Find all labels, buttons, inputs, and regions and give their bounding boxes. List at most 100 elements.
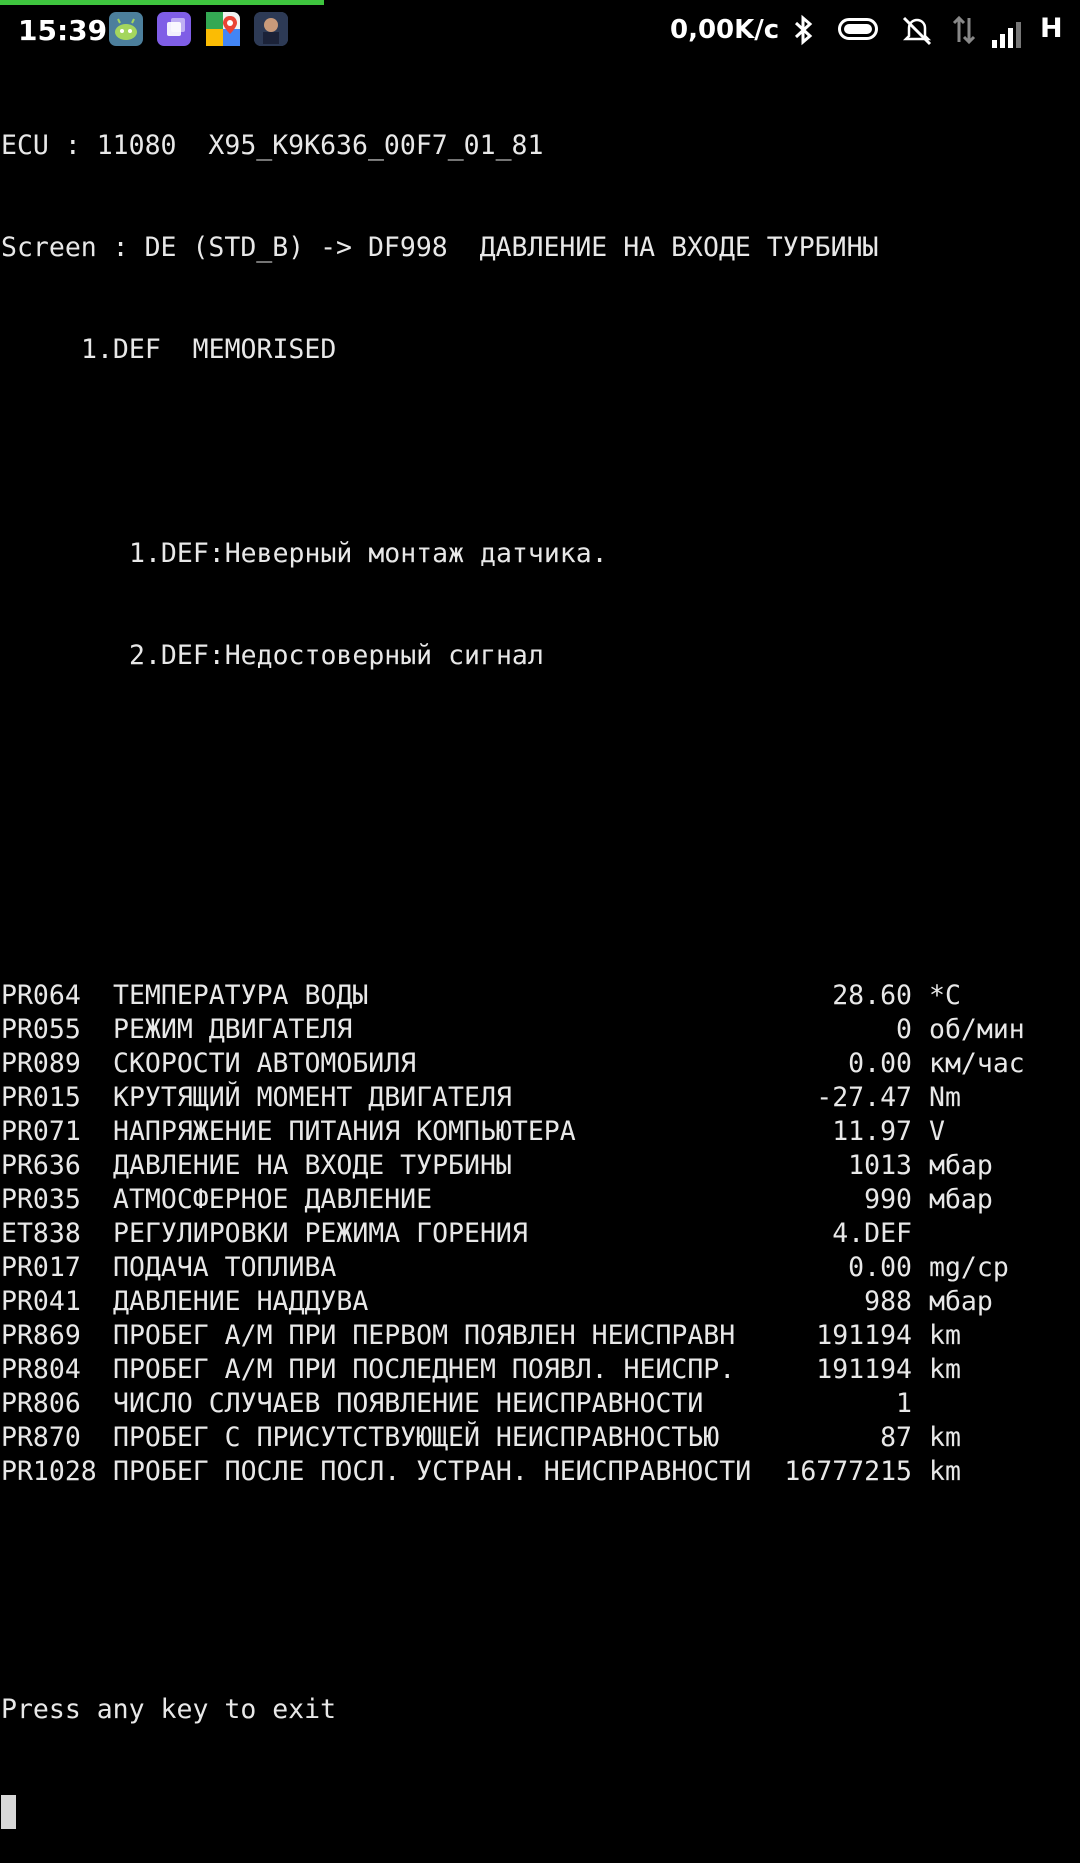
param-unit: об/мин — [929, 1014, 1025, 1045]
signal-strength-icon — [990, 18, 1030, 48]
param-name: ТЕМПЕРАТУРА ВОДЫ — [113, 980, 369, 1011]
parameter-row: PR636 ДАВЛЕНИЕ НА ВХОДЕ ТУРБИНЫ 1013 мбар — [1, 1149, 993, 1183]
status-time: 15:39 — [18, 14, 108, 47]
param-value: 1013 — [848, 1150, 912, 1181]
status-bar: 15:39 0,00K/c H — [0, 6, 1080, 56]
param-name: АТМОСФЕРНОЕ ДАВЛЕНИЕ — [113, 1184, 433, 1215]
parameter-row: PR1028 ПРОБЕГ ПОСЛЕ ПОСЛ. УСТРАН. НЕИСПРА… — [1, 1455, 961, 1489]
param-unit: мбар — [929, 1184, 993, 1215]
parameter-row: PR055 РЕЖИМ ДВИГАТЕЛЯ 0 об/мин — [1, 1013, 1025, 1047]
parameter-list: PR064 ТЕМПЕРАТУРА ВОДЫ 28.60 *C PR055 РЕЖИМ Д… — [1, 979, 1025, 1489]
param-name: ЧИСЛО СЛУЧАЕВ ПОЯВЛЕНИЕ НЕИСПРАВНОСТИ — [113, 1388, 704, 1419]
param-unit: мбар — [929, 1286, 993, 1317]
param-name: КРУТЯЩИЙ МОМЕНТ ДВИГАТЕЛЯ — [113, 1082, 512, 1113]
param-name: ПРОБЕГ А/М ПРИ ПЕРВОМ ПОЯВЛЕН НЕИСПРАВН — [113, 1320, 736, 1351]
param-code: PR041 — [1, 1286, 81, 1317]
data-transfer-icon — [950, 14, 978, 52]
parameter-row: PR806 ЧИСЛО СЛУЧАЕВ ПОЯВЛЕНИЕ НЕИСПРАВНОС… — [1, 1387, 912, 1421]
parameter-row: PR015 КРУТЯЩИЙ МОМЕНТ ДВИГАТЕЛЯ -27.47 Nm — [1, 1081, 961, 1115]
battery-icon — [838, 18, 878, 40]
param-name: ДАВЛЕНИЕ НАДДУВА — [113, 1286, 369, 1317]
game-app-icon — [254, 12, 288, 46]
terminal-cursor[interactable] — [1, 1795, 16, 1829]
param-value: 4.DEF — [832, 1218, 912, 1249]
notifications-muted-icon — [900, 14, 934, 52]
param-code: PR071 — [1, 1116, 81, 1147]
param-value: 988 — [864, 1286, 912, 1317]
param-unit: km — [929, 1354, 961, 1385]
param-value: 0 — [896, 1014, 912, 1045]
param-name: ПРОБЕГ А/М ПРИ ПОСЛЕДНЕМ ПОЯВЛ. НЕИСПР. — [113, 1354, 736, 1385]
param-name: ПРОБЕГ ПОСЛЕ ПОСЛ. УСТРАН. НЕИСПРАВНОСТИ — [113, 1456, 752, 1487]
param-name: РЕГУЛИРОВКИ РЕЖИМА ГОРЕНИЯ — [113, 1218, 528, 1249]
param-name: ПРОБЕГ С ПРИСУТСТВУЮЩЕЙ НЕИСПРАВНОСТЬЮ — [113, 1422, 720, 1453]
param-unit: km — [929, 1422, 961, 1453]
param-value: 990 — [864, 1184, 912, 1215]
fault-status-line: 1.DEF MEMORISED — [81, 334, 337, 365]
param-code: PR804 — [1, 1354, 81, 1385]
param-code: PR869 — [1, 1320, 81, 1351]
param-unit: мбар — [929, 1150, 993, 1181]
parameter-row: ET838 РЕГУЛИРОВКИ РЕЖИМА ГОРЕНИЯ 4.DEF — [1, 1217, 912, 1251]
fault-description: 1.DEF:Неверный монтаж датчика. — [129, 538, 608, 569]
param-unit: mg/cp — [929, 1252, 1009, 1283]
param-value: 87 — [880, 1422, 912, 1453]
parameter-row: PR017 ПОДАЧА ТОПЛИВА 0.00 mg/cp — [1, 1251, 1009, 1285]
param-name: РЕЖИМ ДВИГАТЕЛЯ — [113, 1014, 353, 1045]
exit-prompt: Press any key to exit — [1, 1694, 337, 1725]
parameter-row: PR035 АТМОСФЕРНОЕ ДАВЛЕНИЕ 990 мбар — [1, 1183, 993, 1217]
terminal-output: ECU : 11080 X95_K9K636_00F7_01_81 Screen… — [1, 61, 1025, 1863]
param-name: ПОДАЧА ТОПЛИВА — [113, 1252, 337, 1283]
param-value: 191194 — [816, 1320, 912, 1351]
bluetooth-icon — [790, 14, 818, 52]
param-value: 0.00 — [848, 1048, 912, 1079]
param-unit: км/час — [929, 1048, 1025, 1079]
param-name: ДАВЛЕНИЕ НА ВХОДЕ ТУРБИНЫ — [113, 1150, 512, 1181]
param-value: -27.47 — [816, 1082, 912, 1113]
param-code: PR035 — [1, 1184, 81, 1215]
param-value: 16777215 — [784, 1456, 912, 1487]
param-code: PR055 — [1, 1014, 81, 1045]
parameter-row: PR041 ДАВЛЕНИЕ НАДДУВА 988 мбар — [1, 1285, 993, 1319]
param-code: PR1028 — [1, 1456, 97, 1487]
param-code: PR806 — [1, 1388, 81, 1419]
parameter-row: PR089 СКОРОСТИ АВТОМОБИЛЯ 0.00 км/час — [1, 1047, 1025, 1081]
param-name: НАПРЯЖЕНИЕ ПИТАНИЯ КОМПЬЮТЕРА — [113, 1116, 576, 1147]
top-progress-fill — [0, 0, 324, 5]
param-code: PR064 — [1, 980, 81, 1011]
param-value: 11.97 — [832, 1116, 912, 1147]
param-name: СКОРОСТИ АВТОМОБИЛЯ — [113, 1048, 417, 1079]
purple-app-icon — [157, 12, 191, 46]
param-code: PR089 — [1, 1048, 81, 1079]
param-value: 28.60 — [832, 980, 912, 1011]
param-unit: Nm — [929, 1082, 961, 1113]
fault-description: 2.DEF:Недостоверный сигнал — [129, 640, 544, 671]
google-maps-app-icon — [206, 12, 240, 46]
param-code: PR870 — [1, 1422, 81, 1453]
parameter-row: PR804 ПРОБЕГ А/М ПРИ ПОСЛЕДНЕМ ПОЯВЛ. НЕИ… — [1, 1353, 961, 1387]
top-progress-bar — [0, 0, 1080, 5]
param-unit: km — [929, 1320, 961, 1351]
param-unit: V — [929, 1116, 945, 1147]
parameter-row: PR064 ТЕМПЕРАТУРА ВОДЫ 28.60 *C — [1, 979, 961, 1013]
android-robot-app-icon — [109, 12, 143, 46]
param-code: PR017 — [1, 1252, 81, 1283]
param-code: PR015 — [1, 1082, 81, 1113]
param-unit: *C — [929, 980, 961, 1011]
screen-line: Screen : DE (STD_B) -> DF998 ДАВЛЕНИЕ НА… — [1, 232, 879, 263]
network-speed: 0,00K/c — [670, 15, 780, 45]
network-type: H — [1040, 13, 1063, 44]
parameter-row: PR071 НАПРЯЖЕНИЕ ПИТАНИЯ КОМПЬЮТЕРА 11.97 V — [1, 1115, 945, 1149]
param-value: 191194 — [816, 1354, 912, 1385]
param-code: ET838 — [1, 1218, 81, 1249]
parameter-row: PR869 ПРОБЕГ А/М ПРИ ПЕРВОМ ПОЯВЛЕН НЕИСП… — [1, 1319, 961, 1353]
param-code: PR636 — [1, 1150, 81, 1181]
param-unit: km — [929, 1456, 961, 1487]
ecu-line: ECU : 11080 X95_K9K636_00F7_01_81 — [1, 130, 544, 161]
param-value: 0.00 — [848, 1252, 912, 1283]
param-value: 1 — [896, 1388, 912, 1419]
